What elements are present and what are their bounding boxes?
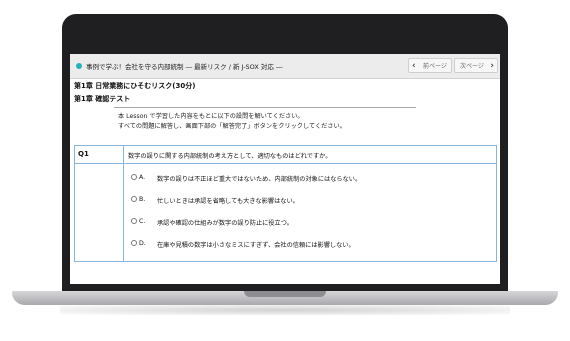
- title-dot-icon: [76, 63, 82, 69]
- instruction-line: 本 Lesson で学習した内容をもとに以下の設問を解いてください。: [118, 113, 304, 120]
- next-page-label: 次ページ: [460, 63, 484, 70]
- divider: [114, 107, 416, 108]
- option-letter: A.: [139, 174, 146, 181]
- instructions: 本 Lesson で学習した内容をもとに以下の設問を解いてください。 すべての問…: [118, 112, 346, 132]
- next-page-button[interactable]: 次ページ ›: [454, 58, 498, 73]
- option-letter: C.: [139, 218, 146, 225]
- question-table: Q1 数字の誤りに関する内部統制の考え方として、適切なものはどれですか。 A. …: [74, 145, 497, 262]
- radio-button[interactable]: [131, 196, 137, 202]
- course-header-bar: 事例で学ぶ！会社を守る内部統制 ― 最新リスク / 新 J-SOX 対応 ― ‹…: [70, 54, 500, 79]
- column-divider: [123, 146, 124, 261]
- instruction-line: すべての問題に解答し、画面下部の「解答完了」ボタンをクリックしてください。: [118, 123, 346, 130]
- radio-button[interactable]: [131, 240, 137, 246]
- screen: 事例で学ぶ！会社を守る内部統制 ― 最新リスク / 新 J-SOX 対応 ― ‹…: [70, 54, 500, 284]
- option-letter: D.: [139, 240, 146, 247]
- question-number: Q1: [78, 150, 89, 158]
- option-text: 承認や確認の仕組みが数字の誤り防止に役立つ。: [157, 220, 293, 227]
- prev-page-button[interactable]: ‹ 前ページ: [408, 58, 452, 73]
- laptop-notch: [244, 291, 326, 297]
- laptop-shadow: [60, 305, 510, 315]
- radio-button[interactable]: [131, 174, 137, 180]
- option-text: 数字の誤りは不正ほど重大ではないため、内部統制の対象にはならない。: [157, 176, 362, 183]
- option-text: 忙しいときは承認を省略しても大きな影響はない。: [157, 198, 299, 205]
- option-letter: B.: [139, 196, 146, 203]
- radio-button[interactable]: [131, 218, 137, 224]
- test-title: 第1章 確認テスト: [74, 95, 131, 103]
- chevron-left-icon: ‹: [412, 61, 416, 71]
- prev-page-label: 前ページ: [423, 63, 447, 70]
- question-text: 数字の誤りに関する内部統制の考え方として、適切なものはどれですか。: [128, 153, 332, 160]
- chevron-right-icon: ›: [490, 61, 494, 71]
- course-title: 事例で学ぶ！会社を守る内部統制 ― 最新リスク / 新 J-SOX 対応 ―: [86, 63, 283, 71]
- option-text: 在庫や見積の数字は小さなミスにすぎず、会社の信頼には影響しない。: [157, 242, 355, 249]
- chapter-title: 第1章 日常業務にひそむリスク(30分): [74, 82, 196, 90]
